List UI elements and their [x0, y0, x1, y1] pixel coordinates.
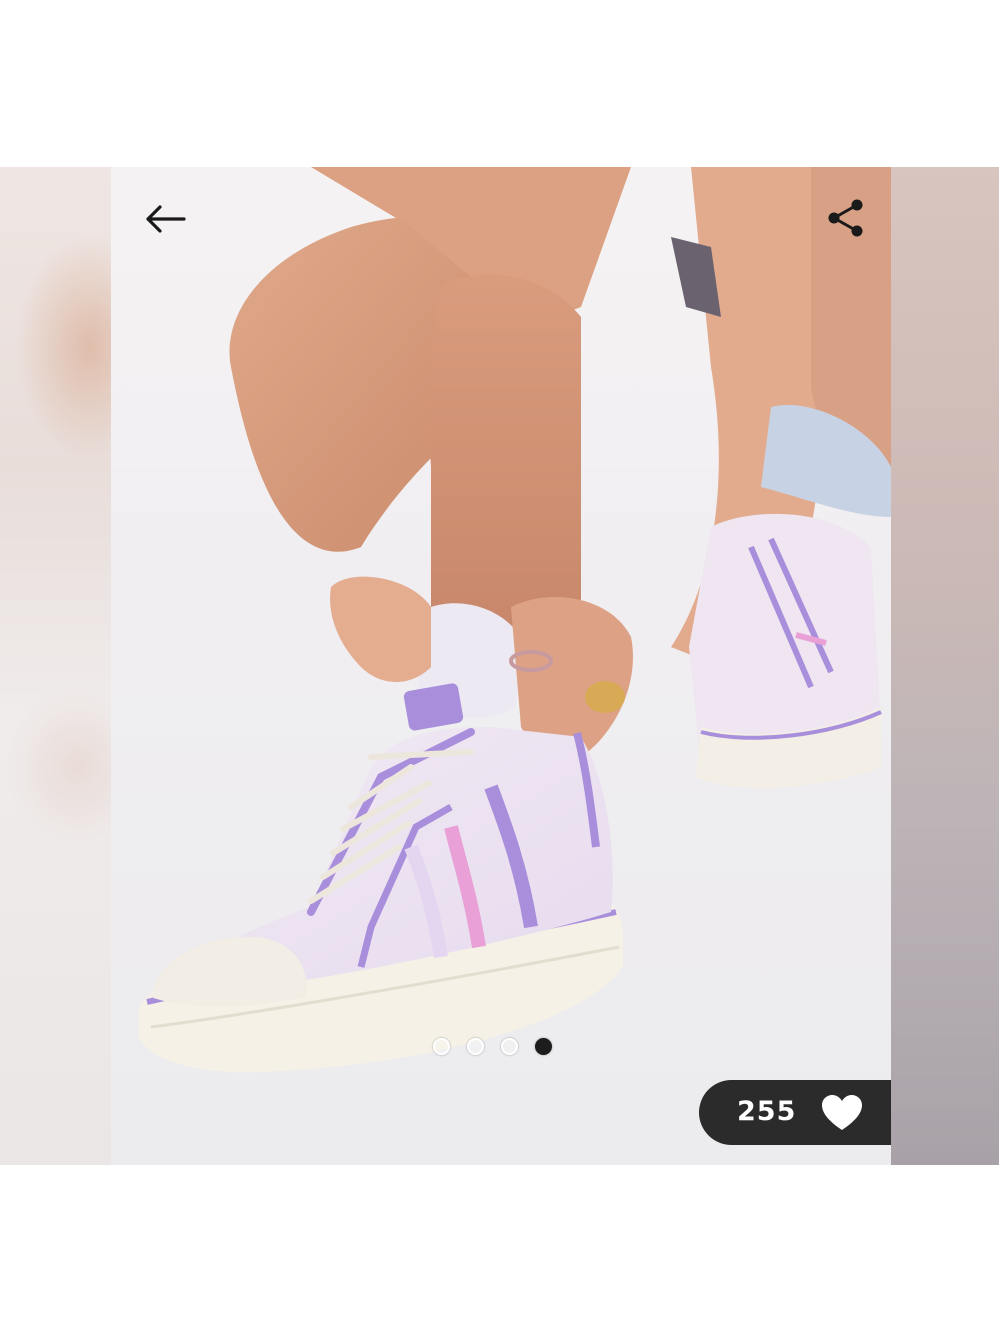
carousel-dots — [433, 1038, 552, 1055]
carousel-dot-2[interactable] — [467, 1038, 484, 1055]
carousel-dot-3[interactable] — [501, 1038, 518, 1055]
image-viewer[interactable]: 255 — [0, 167, 999, 1165]
share-icon — [828, 199, 863, 237]
sneaker-photo-illustration — [111, 167, 891, 1165]
arrow-left-icon — [146, 205, 186, 233]
carousel-dot-4[interactable] — [535, 1038, 552, 1055]
blurred-side-right — [891, 167, 999, 1165]
like-count: 255 — [737, 1096, 797, 1127]
like-button[interactable]: 255 — [699, 1080, 891, 1145]
share-button[interactable] — [817, 190, 873, 246]
blurred-side-left — [0, 167, 111, 1165]
page: 255 — [0, 0, 999, 1333]
back-button[interactable] — [137, 191, 193, 247]
product-photo[interactable] — [111, 167, 891, 1165]
heart-icon — [822, 1095, 862, 1130]
carousel-dot-1[interactable] — [433, 1038, 450, 1055]
